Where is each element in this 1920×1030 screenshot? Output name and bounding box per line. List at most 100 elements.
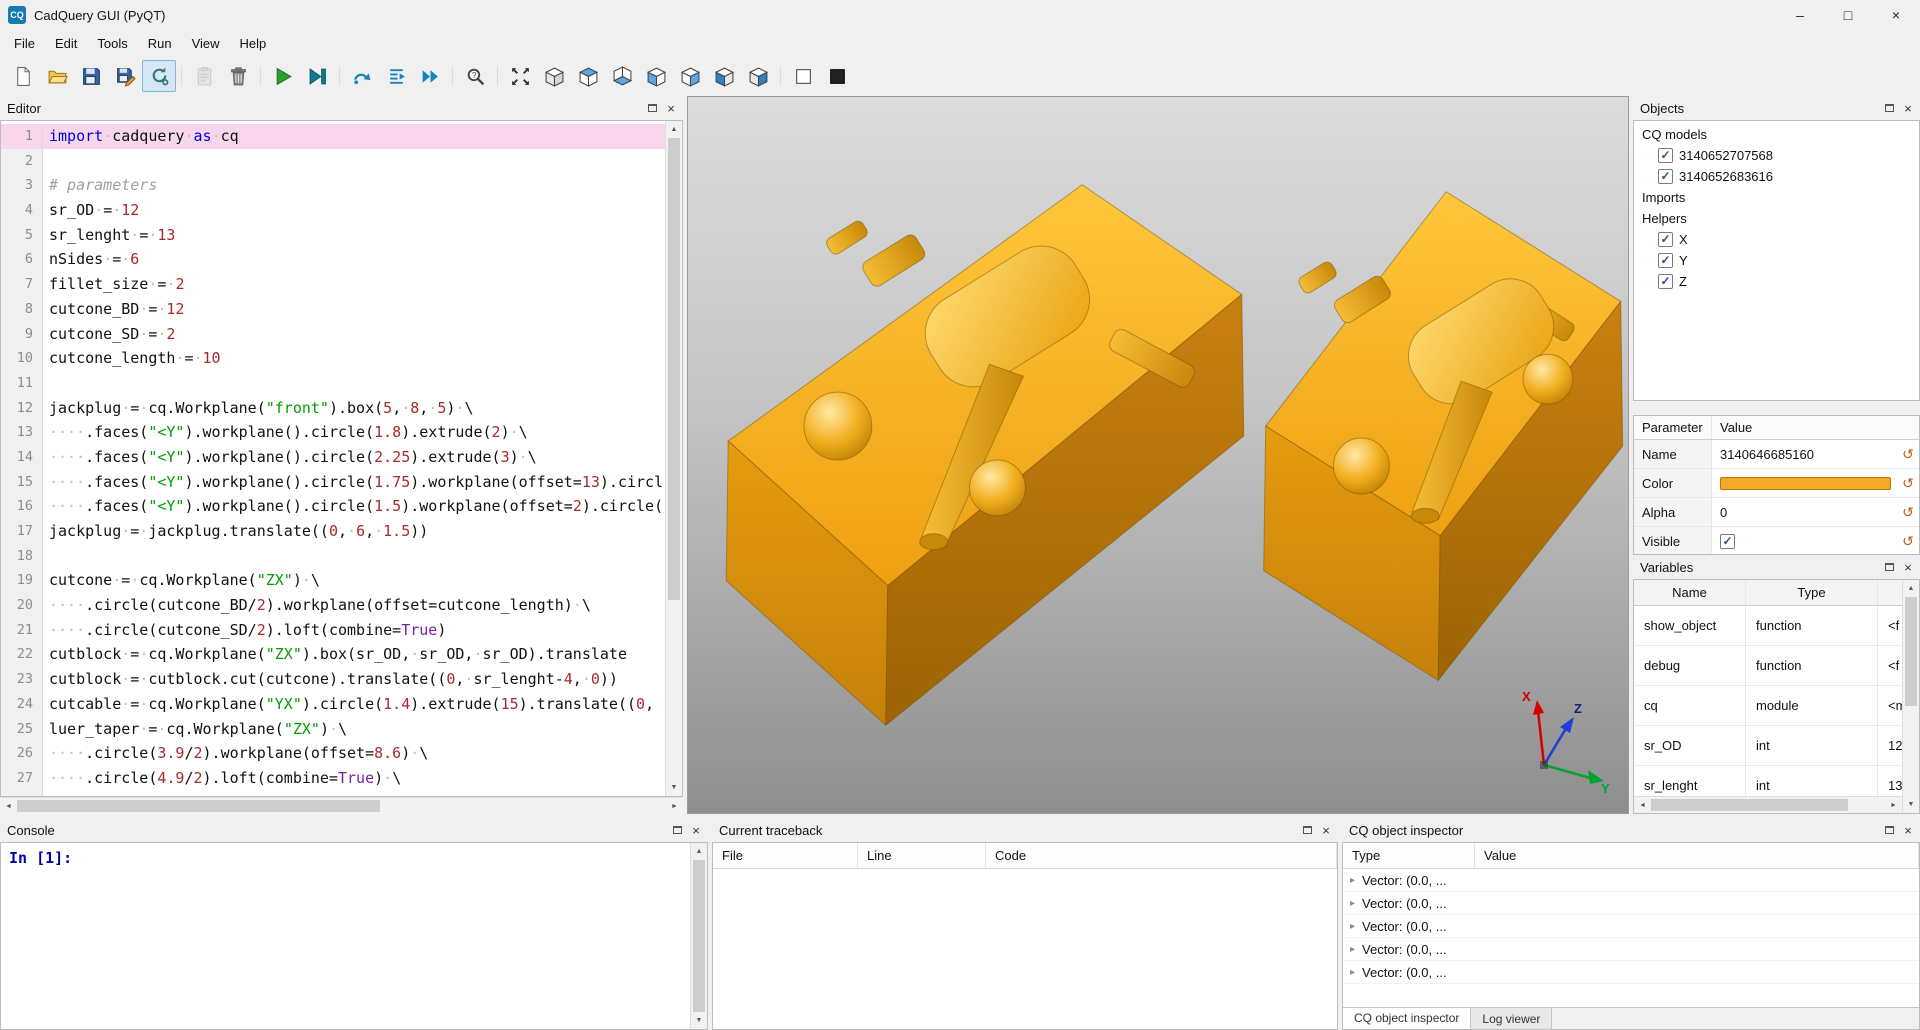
maximize-button[interactable]: □ — [1824, 0, 1872, 30]
menu-item-tools[interactable]: Tools — [87, 33, 137, 54]
debug-button[interactable] — [300, 60, 334, 92]
checkbox[interactable] — [1658, 169, 1673, 184]
scroll-thumb[interactable] — [693, 860, 705, 1012]
editor-close-button[interactable]: × — [663, 100, 679, 116]
inspector-row[interactable]: ▸Vector: (0.0, ... — [1343, 915, 1919, 938]
checkbox[interactable] — [1658, 232, 1673, 247]
menu-item-edit[interactable]: Edit — [45, 33, 87, 54]
checkbox[interactable] — [1720, 534, 1735, 549]
variables-vscrollbar[interactable]: ▲ ▼ — [1902, 580, 1919, 813]
scroll-thumb[interactable] — [1905, 597, 1917, 706]
inspector-close-button[interactable]: × — [1900, 822, 1916, 838]
scroll-up-icon[interactable]: ▲ — [666, 121, 682, 138]
tree-item-imports[interactable]: Imports — [1634, 187, 1919, 208]
console-vscrollbar[interactable]: ▲ ▼ — [690, 843, 707, 1029]
scroll-thumb[interactable] — [17, 800, 380, 812]
checkbox[interactable] — [1658, 253, 1673, 268]
variable-row-cq[interactable]: cqmodule<m — [1634, 686, 1902, 726]
render-button[interactable] — [266, 60, 300, 92]
console-close-button[interactable]: × — [688, 822, 704, 838]
open-file-button[interactable] — [40, 60, 74, 92]
reset-button[interactable]: ↺ — [1897, 440, 1919, 468]
traceback-close-button[interactable]: × — [1318, 822, 1334, 838]
tab-cq-object-inspector[interactable]: CQ object inspector — [1343, 1008, 1471, 1029]
right-view-button[interactable] — [741, 60, 775, 92]
front-view-button[interactable] — [639, 60, 673, 92]
new-file-button[interactable] — [6, 60, 40, 92]
console-float-button[interactable] — [669, 822, 685, 838]
autoreload-button[interactable] — [142, 60, 176, 92]
editor-code[interactable]: 1import·cadquery·as·cq23# parameters4sr_… — [1, 121, 665, 796]
continue-button[interactable] — [413, 60, 447, 92]
fit-view-button[interactable] — [503, 60, 537, 92]
variables-hscrollbar[interactable]: ◄ ► — [1634, 796, 1902, 813]
wireframe-view-button[interactable] — [820, 60, 854, 92]
variable-row-sr_OD[interactable]: sr_ODint12 — [1634, 726, 1902, 766]
traceback-float-button[interactable] — [1299, 822, 1315, 838]
expand-icon[interactable]: ▸ — [1350, 967, 1355, 978]
scroll-right-icon[interactable]: ► — [666, 798, 683, 814]
checkbox[interactable] — [1658, 148, 1673, 163]
menu-item-file[interactable]: File — [4, 33, 45, 54]
scroll-thumb[interactable] — [1651, 799, 1848, 811]
scroll-thumb[interactable] — [668, 138, 680, 600]
variable-row-debug[interactable]: debugfunction<f — [1634, 646, 1902, 686]
scroll-right-icon[interactable]: ► — [1885, 797, 1902, 813]
scroll-left-icon[interactable]: ◄ — [1634, 797, 1651, 813]
paste-button[interactable] — [187, 60, 221, 92]
left-view-button[interactable] — [707, 60, 741, 92]
checkbox[interactable] — [1658, 274, 1673, 289]
inspector-row[interactable]: ▸Vector: (0.0, ... — [1343, 938, 1919, 961]
tree-item-cq-models[interactable]: CQ models — [1634, 124, 1919, 145]
expand-icon[interactable]: ▸ — [1350, 875, 1355, 886]
tree-item-y[interactable]: Y — [1634, 250, 1919, 271]
shaded-view-button[interactable] — [786, 60, 820, 92]
inspector-row[interactable]: ▸Vector: (0.0, ... — [1343, 869, 1919, 892]
menu-item-view[interactable]: View — [182, 33, 230, 54]
back-view-button[interactable] — [673, 60, 707, 92]
minimize-button[interactable]: – — [1776, 0, 1824, 30]
save-button[interactable] — [74, 60, 108, 92]
scroll-up-icon[interactable]: ▲ — [1903, 580, 1919, 597]
objects-close-button[interactable]: × — [1900, 100, 1916, 116]
scroll-left-icon[interactable]: ◄ — [0, 798, 17, 814]
editor-hscrollbar[interactable]: ◄ ► — [0, 797, 683, 814]
menu-item-run[interactable]: Run — [138, 33, 182, 54]
variables-float-button[interactable] — [1881, 559, 1897, 575]
top-view-button[interactable] — [571, 60, 605, 92]
inspector-float-button[interactable] — [1881, 822, 1897, 838]
menu-item-help[interactable]: Help — [230, 33, 277, 54]
step-button[interactable] — [345, 60, 379, 92]
save-as-button[interactable] — [108, 60, 142, 92]
reset-button[interactable]: ↺ — [1897, 498, 1919, 526]
close-button[interactable]: × — [1872, 0, 1920, 30]
inspect-button[interactable]: ? — [458, 60, 492, 92]
scroll-down-icon[interactable]: ▼ — [691, 1012, 707, 1029]
scroll-down-icon[interactable]: ▼ — [1903, 796, 1919, 813]
bottom-view-button[interactable] — [605, 60, 639, 92]
step-in-button[interactable] — [379, 60, 413, 92]
tree-item-x[interactable]: X — [1634, 229, 1919, 250]
inspector-row[interactable]: ▸Vector: (0.0, ... — [1343, 961, 1919, 984]
delete-button[interactable] — [221, 60, 255, 92]
variable-row-show_object[interactable]: show_objectfunction<f — [1634, 606, 1902, 646]
tree-item-3140652707568[interactable]: 3140652707568 — [1634, 145, 1919, 166]
expand-icon[interactable]: ▸ — [1350, 898, 1355, 909]
inspector-row[interactable]: ▸Vector: (0.0, ... — [1343, 892, 1919, 915]
editor-float-button[interactable] — [644, 100, 660, 116]
iso-view-button[interactable] — [537, 60, 571, 92]
tree-item-3140652683616[interactable]: 3140652683616 — [1634, 166, 1919, 187]
reset-button[interactable]: ↺ — [1897, 527, 1919, 555]
color-swatch[interactable] — [1720, 477, 1891, 490]
editor-vscrollbar[interactable]: ▲ ▼ — [665, 121, 682, 796]
scroll-up-icon[interactable]: ▲ — [691, 843, 707, 860]
tree-item-helpers[interactable]: Helpers — [1634, 208, 1919, 229]
console-prompt[interactable]: In [1]: — [1, 843, 690, 1029]
variable-row-sr_lenght[interactable]: sr_lenghtint13 — [1634, 766, 1902, 796]
variables-close-button[interactable]: × — [1900, 559, 1916, 575]
viewport-3d[interactable]: X Z Y — [687, 96, 1629, 814]
reset-button[interactable]: ↺ — [1897, 469, 1919, 497]
tree-item-z[interactable]: Z — [1634, 271, 1919, 292]
expand-icon[interactable]: ▸ — [1350, 944, 1355, 955]
objects-float-button[interactable] — [1881, 100, 1897, 116]
